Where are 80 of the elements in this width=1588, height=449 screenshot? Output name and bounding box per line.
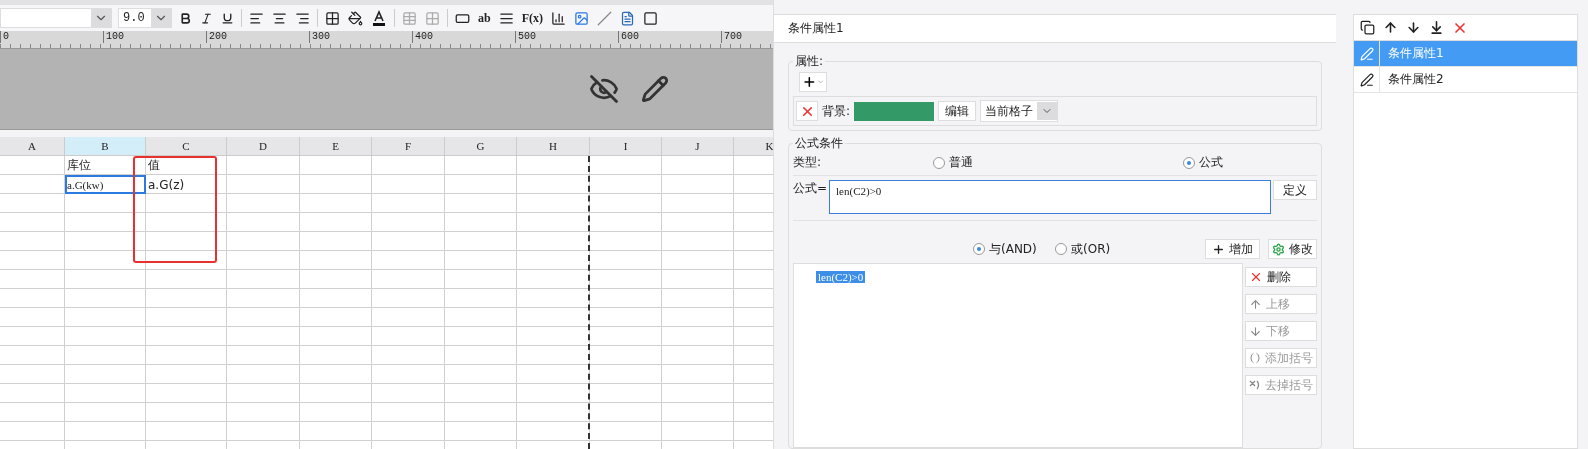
image-icon xyxy=(574,10,589,26)
align-left-icon xyxy=(249,10,264,26)
ruler-label: 100 xyxy=(103,31,206,43)
copy-icon xyxy=(1360,20,1375,35)
pencil-icon xyxy=(641,75,669,103)
parentheses-icon xyxy=(1249,352,1261,364)
font-size-select[interactable]: 9.0 xyxy=(118,8,172,28)
arrow-down-icon xyxy=(1249,324,1262,338)
grid-icon xyxy=(325,10,340,26)
column-header[interactable]: F xyxy=(372,137,445,156)
field-label: 类型: xyxy=(793,154,823,171)
slash-icon xyxy=(597,10,612,26)
define-button[interactable]: 定义 xyxy=(1273,180,1317,200)
column-header[interactable]: G xyxy=(445,137,517,156)
column-header[interactable]: B xyxy=(65,137,146,156)
table-icon xyxy=(402,10,417,26)
column-header[interactable]: J xyxy=(662,137,734,156)
remove-parentheses-icon xyxy=(1249,379,1261,391)
radio-option[interactable]: 普通 xyxy=(933,154,1183,171)
ruler-label: 600 xyxy=(618,31,721,43)
align-center-icon xyxy=(272,10,287,26)
column-header[interactable]: H xyxy=(517,137,590,156)
arrow-down-icon xyxy=(1406,20,1421,35)
square-icon xyxy=(643,10,658,26)
caret-icon xyxy=(816,78,824,86)
add-button[interactable]: 增加 xyxy=(1205,239,1260,259)
formula-field[interactable]: len(C2)>0 xyxy=(829,180,1271,214)
table-cell[interactable]: a.G(z) xyxy=(146,175,227,194)
scope-select[interactable]: 当前格子 xyxy=(980,100,1059,122)
plus-icon xyxy=(1212,242,1225,256)
field-label: 背景: xyxy=(822,102,851,120)
modify-button[interactable]: 修改 xyxy=(1268,239,1317,259)
ruler-label: 400 xyxy=(412,31,515,43)
table-cell[interactable]: 值 xyxy=(146,156,227,175)
column-header[interactable]: K xyxy=(734,137,773,156)
column-header[interactable]: E xyxy=(300,137,372,156)
edit-button[interactable]: 编辑 xyxy=(938,101,977,121)
paint-bucket-icon xyxy=(348,10,363,26)
radio-option[interactable]: 或(OR) xyxy=(1055,240,1129,258)
field-label: 公式= xyxy=(793,180,828,197)
column-header[interactable]: C xyxy=(146,137,227,156)
arrow-down-to-line-icon xyxy=(1429,20,1444,35)
gear-icon xyxy=(1272,242,1285,256)
bold-icon xyxy=(179,11,192,25)
ruler-label: 300 xyxy=(309,31,412,43)
table-cell[interactable]: a.G(kw) xyxy=(65,175,146,194)
radio-option[interactable]: 公式 xyxy=(1183,154,1263,171)
ruler-label: 200 xyxy=(206,31,309,43)
formula-button[interactable]: F(x) xyxy=(520,8,544,28)
pen-icon xyxy=(1359,46,1374,61)
table-cell[interactable]: 库位 xyxy=(65,156,146,175)
group-label: 属性: xyxy=(794,53,825,70)
align-justify-icon xyxy=(498,10,514,26)
text-tool-button[interactable]: ab xyxy=(477,8,492,28)
list-item[interactable]: 条件属性2 xyxy=(1354,67,1577,93)
column-header[interactable]: D xyxy=(227,137,300,156)
pen-icon xyxy=(1359,72,1374,87)
align-right-icon xyxy=(295,10,310,26)
add-attribute-button[interactable] xyxy=(799,72,827,92)
eye-off-icon xyxy=(589,74,619,104)
color-swatch[interactable] xyxy=(854,101,935,121)
font-color-button[interactable] xyxy=(370,8,388,28)
font-color-icon xyxy=(371,10,387,26)
ruler-label: 0 xyxy=(0,31,103,43)
column-header[interactable]: A xyxy=(0,137,65,156)
grid-icon xyxy=(425,10,440,26)
dialog-title: 条件属性1 xyxy=(774,15,1336,43)
arrow-up-icon xyxy=(1249,297,1262,311)
remove-button[interactable] xyxy=(796,101,818,121)
ruler-label: 500 xyxy=(515,31,618,43)
radio-option[interactable]: 与(AND) xyxy=(973,240,1047,258)
delete-button[interactable]: 删除 xyxy=(1245,267,1317,287)
plus-icon xyxy=(802,74,817,90)
underline-icon xyxy=(221,11,234,25)
italic-icon xyxy=(200,11,213,25)
bar-chart-icon xyxy=(551,10,566,26)
close-icon xyxy=(1249,270,1263,284)
group-label: 公式条件 xyxy=(794,135,844,152)
column-header[interactable]: I xyxy=(590,137,662,156)
document-icon xyxy=(620,10,635,26)
